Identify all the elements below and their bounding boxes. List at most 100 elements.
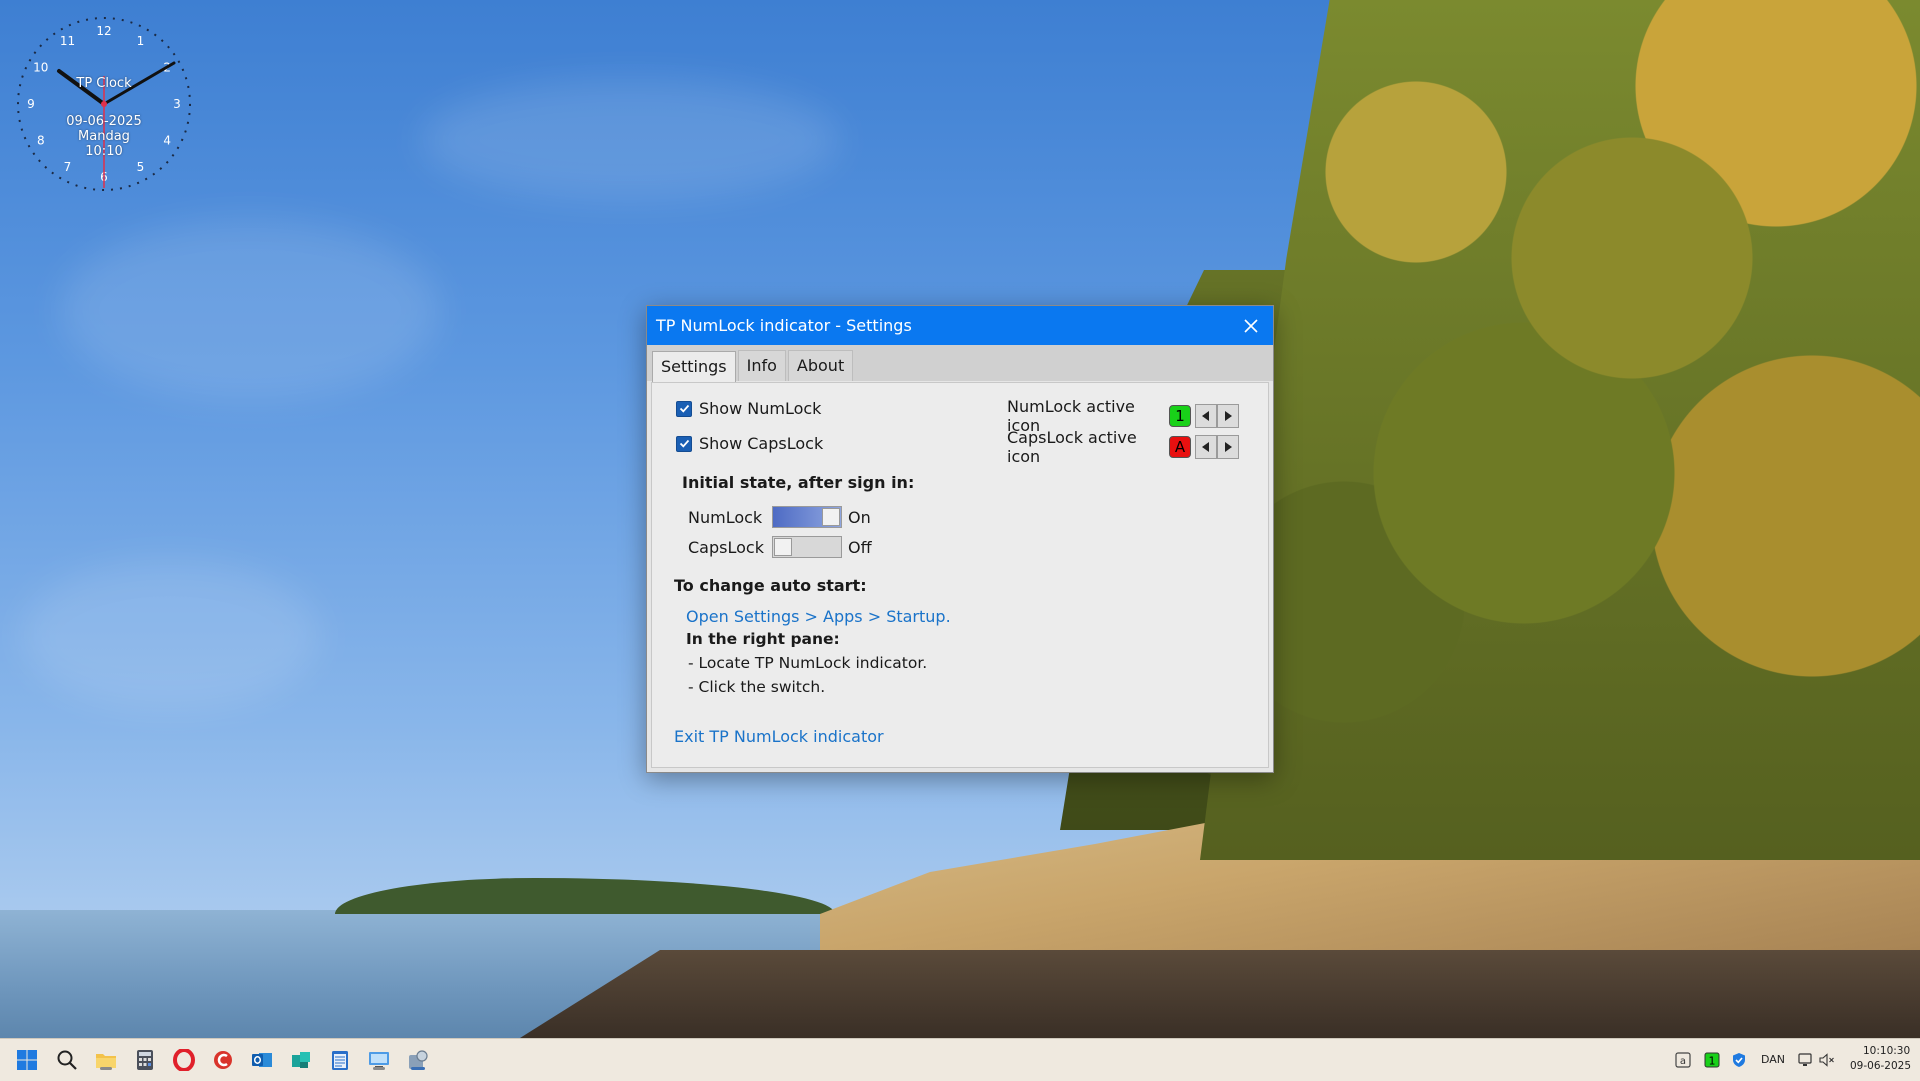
clock-numeral: 7 [64, 160, 72, 174]
capslock-active-icon: A [1169, 436, 1191, 458]
tab-info[interactable]: Info [737, 350, 786, 381]
clock-numeral: 9 [27, 97, 35, 111]
ccleaner-button[interactable] [211, 1048, 235, 1072]
search-button[interactable] [55, 1048, 79, 1072]
capslock-initial-switch[interactable] [772, 536, 842, 558]
autostart-heading: To change auto start: [674, 576, 867, 595]
numlock-indicator-icon: 1 [1704, 1052, 1720, 1068]
remote-desktop-button[interactable] [367, 1048, 391, 1072]
show-numlock-row[interactable]: Show NumLock [676, 399, 821, 418]
close-icon [1244, 318, 1258, 333]
active-indicator [411, 1067, 425, 1070]
tray-clock-time[interactable]: 10:10:30 [1863, 1045, 1910, 1057]
checkmark-icon [679, 439, 689, 448]
tray-clock-date[interactable]: 09-06-2025 [1850, 1060, 1911, 1072]
text-input-icon: a [1675, 1052, 1691, 1068]
network-icon [1798, 1053, 1812, 1066]
outlook-button[interactable] [250, 1048, 274, 1072]
file-explorer-button[interactable] [94, 1048, 118, 1072]
tray-security-button[interactable] [1730, 1051, 1748, 1069]
tab-settings[interactable]: Settings [652, 351, 736, 382]
dialog-titlebar[interactable]: TP NumLock indicator - Settings [647, 306, 1273, 345]
initial-state-heading: Initial state, after sign in: [682, 473, 915, 492]
show-numlock-checkbox[interactable] [676, 400, 692, 417]
far-island [335, 878, 835, 914]
switch-knob [822, 508, 840, 526]
tray-keyboard-button[interactable]: a [1674, 1051, 1692, 1069]
dialog-title: TP NumLock indicator - Settings [656, 316, 912, 335]
opera-icon [173, 1049, 195, 1071]
checkmark-icon [679, 404, 689, 413]
clock-numeral: 11 [60, 34, 75, 48]
clock-numeral: 12 [96, 24, 111, 38]
beach [520, 950, 1920, 1038]
show-numlock-label: Show NumLock [699, 399, 822, 418]
ccleaner-icon [214, 1051, 232, 1069]
tab-about[interactable]: About [787, 350, 854, 381]
cube-app-icon [292, 1052, 310, 1068]
open-settings-link[interactable]: Open Settings > Apps > Startup. [686, 607, 951, 626]
settings-app-button[interactable] [406, 1048, 430, 1072]
arrow-right-icon [1225, 411, 1232, 421]
start-button[interactable] [15, 1048, 39, 1072]
tray-language[interactable]: DAN [1761, 1053, 1785, 1066]
tray-volume-button[interactable] [1818, 1051, 1836, 1069]
instruction-step-1: - Locate TP NumLock indicator. [688, 654, 928, 672]
opera-button[interactable] [172, 1048, 196, 1072]
clock-date: 09-06-2025 [66, 114, 142, 129]
show-capslock-checkbox[interactable] [676, 435, 692, 452]
numlock-toggle-label: NumLock [688, 507, 763, 527]
clock-time: 10:10 [85, 144, 123, 159]
tray-network-button[interactable] [1797, 1051, 1815, 1069]
cloud [420, 80, 840, 200]
exit-link[interactable]: Exit TP NumLock indicator [674, 727, 884, 746]
capslock-icon-label: CapsLock active icon [1007, 428, 1137, 466]
numlock-icon-prev-button[interactable] [1195, 404, 1217, 428]
settings-panel: Show NumLock Show CapsLock NumLock activ… [651, 382, 1269, 768]
notepad-button[interactable] [328, 1048, 352, 1072]
clock-widget[interactable]: 121234567891011 TP Clock 09-06-2025 Mand… [16, 16, 192, 192]
numlock-active-icon: 1 [1169, 405, 1191, 427]
numlock-initial-switch[interactable] [772, 506, 842, 528]
notepad-icon [332, 1051, 348, 1070]
outlook-icon [252, 1053, 272, 1067]
clock-numeral: 10 [33, 61, 48, 75]
switch-knob [774, 538, 792, 556]
close-button[interactable] [1229, 306, 1273, 345]
show-capslock-label: Show CapsLock [699, 434, 824, 453]
right-pane-heading: In the right pane: [686, 630, 840, 648]
numlock-toggle-row: NumLock On [688, 506, 871, 528]
capslock-toggle-state: Off [848, 537, 872, 557]
capslock-toggle-label: CapsLock [688, 537, 764, 557]
numlock-toggle-state: On [848, 507, 871, 527]
tray-numlock-indicator[interactable]: 1 [1703, 1051, 1721, 1069]
capslock-icon-prev-button[interactable] [1195, 435, 1217, 459]
capslock-toggle-row: CapsLock Off [688, 536, 872, 558]
store-app-button[interactable] [289, 1048, 313, 1072]
volume-muted-icon [1819, 1053, 1834, 1067]
clock-title: TP Clock [76, 76, 132, 91]
arrow-left-icon [1202, 411, 1209, 421]
cloud [20, 560, 320, 710]
calculator-icon [137, 1050, 153, 1070]
clock-face-icon: 121234567891011 [17, 17, 191, 191]
capslock-icon-next-button[interactable] [1217, 435, 1239, 459]
arrow-left-icon [1202, 442, 1209, 452]
arrow-right-icon [1225, 442, 1232, 452]
running-indicator [100, 1067, 112, 1070]
tab-strip: Settings Info About [647, 345, 1273, 382]
forest [1200, 0, 1920, 860]
capslock-icon-row: CapsLock active icon A [1007, 428, 1239, 466]
numlock-icon-next-button[interactable] [1217, 404, 1239, 428]
shield-icon [1733, 1053, 1745, 1067]
clock-numeral: 5 [137, 160, 145, 174]
calculator-button[interactable] [133, 1048, 157, 1072]
search-icon [57, 1050, 77, 1070]
show-capslock-row[interactable]: Show CapsLock [676, 434, 823, 453]
clock-weekday: Mandag [78, 129, 130, 144]
settings-dialog: TP NumLock indicator - Settings Settings… [646, 305, 1274, 773]
windows-logo-icon [17, 1050, 37, 1070]
clock-numeral: 1 [137, 34, 145, 48]
taskbar: a 1 DAN 10:10:30 09-06-2025 [0, 1038, 1920, 1081]
svg-text:a: a [1680, 1056, 1686, 1067]
